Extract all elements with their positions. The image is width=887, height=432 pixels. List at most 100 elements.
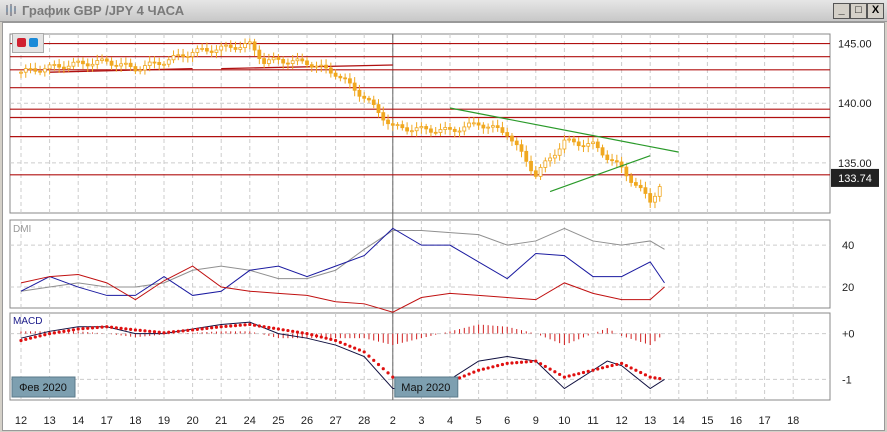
candle xyxy=(324,64,328,69)
macd-signal-dot xyxy=(524,360,528,364)
macd-signal-dot xyxy=(491,365,495,369)
macd-signal-dot xyxy=(543,364,547,369)
macd-signal-dot xyxy=(181,329,185,333)
macd-signal-dot xyxy=(105,325,109,329)
macd-signal-dot xyxy=(362,350,366,354)
candle xyxy=(147,61,152,66)
candle xyxy=(486,126,491,129)
x-axis-label: 9 xyxy=(533,415,539,427)
macd-signal-dot xyxy=(477,368,481,372)
x-axis-label: 27 xyxy=(329,415,341,427)
macd-axis-label: -1 xyxy=(842,374,852,386)
candle xyxy=(629,175,634,183)
candle xyxy=(23,68,28,73)
candle xyxy=(162,63,166,66)
macd-signal-dot xyxy=(348,344,352,348)
macd-signal-dot xyxy=(577,372,581,376)
macd-signal-dot xyxy=(224,324,228,328)
candle xyxy=(614,160,619,163)
macd-signal-dot xyxy=(515,361,519,365)
macd-signal-dot xyxy=(71,328,76,332)
dmi-title: DMI xyxy=(13,224,31,235)
x-axis-label: 18 xyxy=(129,415,141,427)
price-axis-label: 135.00 xyxy=(838,158,872,170)
macd-signal-dot xyxy=(629,366,633,370)
macd-signal-dot xyxy=(534,359,538,363)
candle xyxy=(271,57,276,61)
candle xyxy=(405,127,410,132)
macd-signal-dot xyxy=(38,334,42,338)
macd-signal-dot xyxy=(62,329,66,333)
macd-signal-dot xyxy=(229,324,233,328)
candle xyxy=(276,57,281,60)
macd-axis-label: +0 xyxy=(842,329,855,341)
candle xyxy=(28,68,33,70)
candle xyxy=(119,63,123,67)
macd-signal-dot xyxy=(519,360,524,364)
blue-button[interactable] xyxy=(29,38,38,47)
macd-signal-dot xyxy=(276,327,280,331)
macd-signal-dot xyxy=(639,370,643,375)
macd-signal-dot xyxy=(119,326,123,330)
candle xyxy=(176,54,181,57)
macd-signal-dot xyxy=(496,364,500,368)
macd-signal-dot xyxy=(195,327,199,332)
macd-signal-dot xyxy=(391,375,395,379)
candle xyxy=(505,132,510,137)
candle xyxy=(100,58,104,61)
candle xyxy=(638,184,643,189)
candle xyxy=(338,75,343,79)
candle xyxy=(209,50,214,53)
candle xyxy=(309,64,314,68)
candle xyxy=(314,65,319,68)
candle xyxy=(200,47,205,50)
candle xyxy=(252,41,257,51)
candle xyxy=(643,187,648,194)
x-axis-label: 24 xyxy=(244,415,256,427)
candle xyxy=(657,186,662,197)
macd-signal-dot xyxy=(324,336,328,340)
macd-signal-dot xyxy=(205,326,209,330)
candle xyxy=(471,122,476,125)
macd-signal-dot xyxy=(186,328,190,332)
macd-signal-dot xyxy=(381,367,385,371)
macd-signal-dot xyxy=(100,325,104,329)
candle xyxy=(519,144,524,152)
dmi-axis-label: 20 xyxy=(842,282,854,294)
macd-signal-dot xyxy=(372,358,376,362)
candle xyxy=(548,157,552,162)
candle xyxy=(143,65,147,71)
candle xyxy=(591,141,595,144)
macd-signal-dot xyxy=(357,348,362,352)
macd-signal-dot xyxy=(214,325,219,329)
macd-signal-dot xyxy=(267,325,271,330)
x-axis-label: 19 xyxy=(158,415,170,427)
x-axis-label: 4 xyxy=(447,415,453,427)
macd-signal-dot xyxy=(600,366,605,370)
macd-signal-dot xyxy=(129,327,133,332)
candle xyxy=(467,122,471,128)
x-axis-label: 13 xyxy=(644,415,656,427)
macd-signal-dot xyxy=(558,372,562,377)
macd-signal-dot xyxy=(648,375,652,379)
x-axis-label: 14 xyxy=(673,415,685,427)
macd-signal-dot xyxy=(191,328,195,332)
candle xyxy=(71,61,76,67)
candle xyxy=(290,60,295,64)
candle xyxy=(233,47,238,50)
macd-signal-dot xyxy=(510,361,514,365)
candle xyxy=(19,71,23,74)
x-axis-label: 20 xyxy=(186,415,198,427)
candle xyxy=(490,125,495,128)
candle xyxy=(562,139,567,150)
macd-signal-dot xyxy=(300,331,304,335)
red-button[interactable] xyxy=(17,38,26,47)
chart-canvas[interactable]: 12 13 14 17 18 19 20 21 24 25 26 27 28 2 3 4 5 6 9 10 11 12 13… xyxy=(0,0,887,432)
candle xyxy=(128,62,133,67)
price-axis-label: 140.00 xyxy=(838,98,872,110)
macd-signal-dot xyxy=(338,340,342,344)
candle xyxy=(85,63,90,67)
candle xyxy=(190,52,195,57)
candle xyxy=(52,64,57,66)
macd-signal-dot xyxy=(353,346,357,350)
